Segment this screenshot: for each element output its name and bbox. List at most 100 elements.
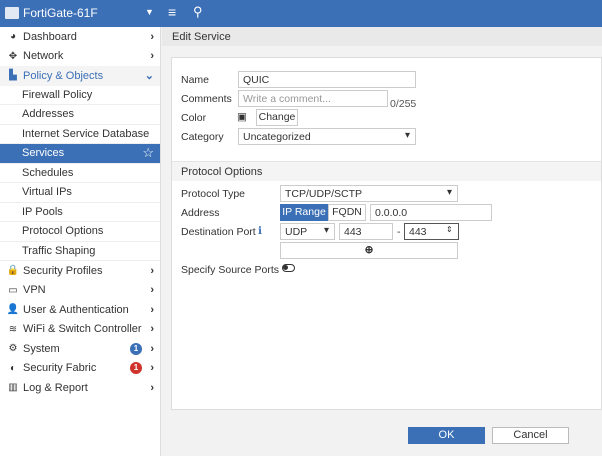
chevron-right-icon: › [150,342,154,355]
sidebar-item-label: Protocol Options [22,225,104,238]
port-low-input[interactable]: 443 [339,223,393,240]
sidebar-item-label: Dashboard [23,30,77,43]
sidebar-item-dashboard[interactable]: ◕ Dashboard › [0,27,160,47]
sidebar-item-policy-objects[interactable]: ▙ Policy & Objects ⌄ [0,66,160,86]
sidebar-item-label: Network [23,50,64,63]
ok-button[interactable]: OK [408,427,485,444]
name-input[interactable]: QUIC [238,71,416,88]
add-port-button[interactable]: ⊕ [280,242,458,259]
sidebar-item-label: Services [22,147,65,160]
sidebar-item-label: Schedules [22,166,74,179]
hamburger-menu-icon[interactable]: ≡ [168,4,176,20]
source-ports-label: Specify Source Ports [181,264,280,276]
chevron-right-icon: › [150,50,154,63]
chevron-down-icon: ⌄ [144,70,154,83]
sidebar-item-vpn[interactable]: ▭ VPN › [0,281,160,301]
chevron-right-icon: › [150,284,154,297]
sidebar-item-label: VPN [23,284,46,297]
sidebar-item-label: Log & Report [23,381,88,394]
sidebar-item-wifi-switch-controller[interactable]: ≋ WiFi & Switch Controller › [0,320,160,340]
protocol-type-select[interactable]: TCP/UDP/SCTP [280,185,458,202]
color-swatch-icon: ▣ [237,111,247,123]
caret-down-icon[interactable]: ▼ [145,7,154,17]
sidebar-item-label: System [23,342,60,355]
network-icon: ✥ [8,50,18,62]
top-bar: FortiGate-61F ▼ ≡ ⚲ [0,0,602,27]
chevron-right-icon: › [150,303,154,316]
sidebar-item-label: User & Authentication [23,303,129,316]
plus-circle-icon: ⊕ [364,244,374,256]
search-icon[interactable]: ⚲ [193,4,203,20]
sidebar-item-system[interactable]: ⚙ System 1 › [0,339,160,359]
laptop-icon: ▭ [8,284,18,296]
sidebar: ◕ Dashboard › ✥ Network › ▙ Policy & Objects ⌄ Fi… [0,27,161,456]
sidebar-item-label: Addresses [22,108,74,121]
port-range-dash: - [397,226,401,238]
fabric-icon: ◐ [9,362,17,374]
fortigate-logo-icon [5,7,19,19]
destination-port-label: Destination Port [181,226,256,238]
sidebar-item-label: Traffic Shaping [22,244,96,257]
sidebar-item-addresses[interactable]: Addresses [0,105,160,125]
favorite-star-icon[interactable]: ☆ [142,145,154,161]
address-label: Address [181,207,220,219]
sidebar-item-label: Internet Service Database [22,127,150,140]
fqdn-toggle[interactable]: FQDN [328,204,366,221]
sidebar-item-label: Policy & Objects [23,69,104,82]
edit-service-form: Name QUIC Comments Write a comment... 0/… [171,57,602,410]
spinner-icon[interactable]: ⇕ [446,225,453,234]
sidebar-item-label: Security Profiles [23,264,103,277]
notification-badge: 1 [130,362,142,375]
sidebar-item-user-authentication[interactable]: 👤 User & Authentication › [0,300,160,320]
port-protocol-select[interactable]: UDP [280,223,335,240]
sidebar-item-log-report[interactable]: ▥ Log & Report › [0,378,160,398]
page-title: Edit Service [162,27,602,46]
cancel-button[interactable]: Cancel [492,427,569,444]
lock-icon: 🔒 [6,265,20,277]
chevron-right-icon: › [150,30,154,43]
name-label: Name [181,74,210,86]
address-input[interactable]: 0.0.0.0 [370,204,492,221]
sidebar-item-protocol-options[interactable]: Protocol Options [0,222,160,242]
chart-icon: ▥ [8,382,18,394]
change-color-button[interactable]: Change [256,109,298,126]
protocol-type-label: Protocol Type [181,188,246,200]
sidebar-item-label: Security Fabric [23,362,97,375]
sidebar-item-schedules[interactable]: Schedules [0,164,160,183]
sidebar-item-label: IP Pools [22,205,63,218]
sidebar-item-security-profiles[interactable]: 🔒 Security Profiles › [0,261,160,281]
source-ports-toggle[interactable] [282,264,295,272]
chevron-right-icon: › [150,264,154,277]
wifi-icon: ≋ [8,323,18,335]
comments-input[interactable]: Write a comment... [238,90,388,107]
user-icon: 👤 [6,304,20,316]
sidebar-item-label: Firewall Policy [22,88,93,101]
sidebar-item-services[interactable]: Services ☆ [0,144,160,164]
info-icon[interactable]: ℹ [258,225,262,237]
device-selector[interactable]: FortiGate-61F [5,6,98,20]
sidebar-item-virtual-ips[interactable]: Virtual IPs [0,183,160,203]
comments-label: Comments [181,93,232,105]
sidebar-item-network[interactable]: ✥ Network › [0,47,160,67]
notification-badge: 1 [130,342,142,355]
policy-icon: ▙ [9,70,17,82]
sidebar-item-internet-service-database[interactable]: Internet Service Database [0,125,160,144]
chevron-right-icon: › [150,362,154,375]
color-label: Color [181,112,207,124]
category-select[interactable]: Uncategorized [238,128,416,145]
sidebar-item-label: Virtual IPs [22,186,72,199]
gear-icon: ⚙ [8,343,18,355]
sidebar-item-label: WiFi & Switch Controller [23,323,142,336]
sidebar-item-security-fabric[interactable]: ◐ Security Fabric 1 › [0,359,160,379]
device-name: FortiGate-61F [23,6,98,20]
chevron-right-icon: › [150,381,154,394]
protocol-options-header: Protocol Options [172,161,601,181]
category-label: Category [181,131,224,143]
dashboard-icon: ◕ [9,31,17,43]
ip-range-toggle[interactable]: IP Range [280,204,328,221]
sidebar-item-ip-pools[interactable]: IP Pools [0,203,160,222]
sidebar-item-firewall-policy[interactable]: Firewall Policy [0,86,160,105]
sidebar-item-traffic-shaping[interactable]: Traffic Shaping [0,242,160,261]
comments-count: 0/255 [390,98,417,110]
chevron-right-icon: › [150,323,154,336]
